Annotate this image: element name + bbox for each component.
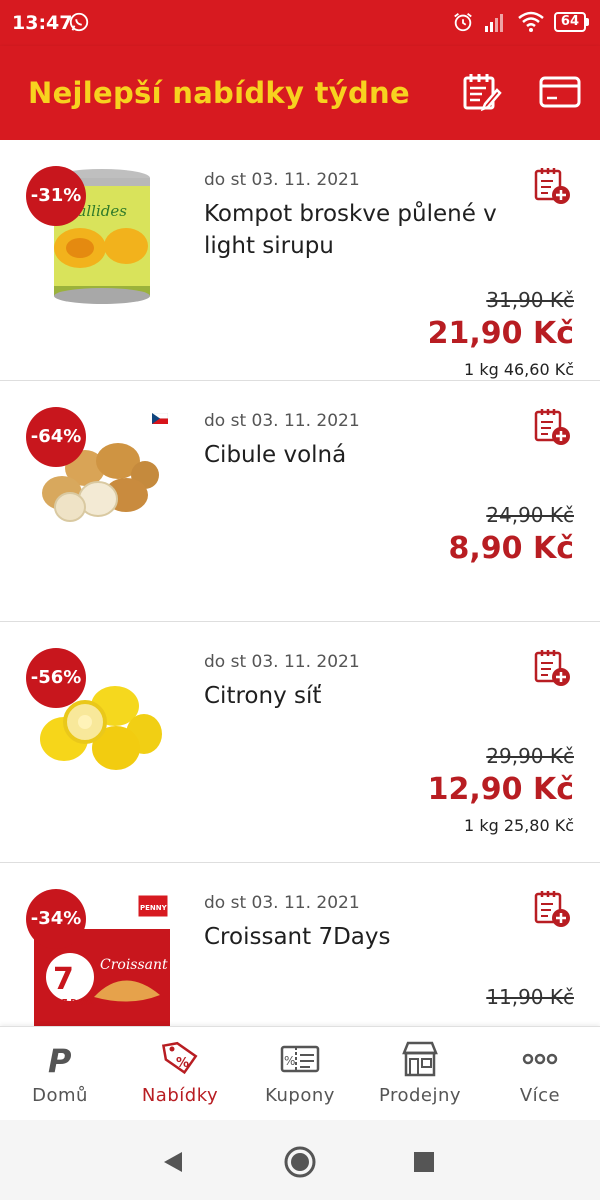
discount-badge: -31%: [26, 166, 86, 226]
nav-label: Více: [519, 1085, 561, 1106]
offer-item[interactable]: -56% do st 03. 11. 2021 Citrony síť 29,9…: [0, 622, 600, 863]
bottom-navigation: P Domů % Nabídky % Kupony Prodejny Více: [0, 1026, 600, 1121]
system-icons: 64: [452, 10, 590, 34]
pack-label: Croissant: [100, 957, 168, 973]
discount-badge: -64%: [26, 407, 86, 467]
product-name: Citrony síť: [204, 683, 322, 709]
validity-date: do st 03. 11. 2021: [204, 893, 360, 913]
penny-logo-icon: P: [48, 1042, 72, 1079]
validity-date: do st 03. 11. 2021: [204, 170, 360, 190]
offers-list[interactable]: -31% Pallides do st 03. 11. 2021 Kompot …: [0, 140, 600, 1026]
wifi-icon: [518, 11, 544, 32]
page-title: Nejlepší nabídky týdne: [28, 76, 410, 110]
svg-text:7: 7: [53, 962, 74, 997]
more-dots-icon: [522, 1053, 558, 1065]
pack-tag: PENNY: [140, 904, 168, 912]
nav-item-offers[interactable]: % Nabídky: [120, 1027, 240, 1121]
add-to-list-icon[interactable]: [533, 889, 573, 929]
home-glyph: P: [48, 1042, 72, 1079]
svg-text:%: %: [284, 1054, 295, 1068]
pack-brand: 7 DAYS: [62, 998, 94, 1007]
recents-icon[interactable]: [406, 1144, 442, 1180]
add-to-list-icon[interactable]: [533, 166, 573, 206]
new-price: 21,90 Kč: [427, 316, 574, 351]
nav-label: Kupony: [265, 1085, 335, 1106]
validity-date: do st 03. 11. 2021: [204, 652, 360, 672]
add-to-list-icon[interactable]: [533, 648, 573, 688]
battery-indicator: 64: [553, 12, 590, 32]
nav-label: Prodejny: [378, 1085, 462, 1106]
nav-item-more[interactable]: Více: [480, 1027, 600, 1121]
product-name: Kompot broskve půlené v light sirupu: [204, 201, 497, 259]
status-bar: 13:47 64: [0, 0, 600, 46]
discount-badge: -56%: [26, 648, 86, 708]
shopping-list-icon[interactable]: [459, 70, 503, 114]
alarm-icon: [454, 13, 472, 32]
nav-label: Domů: [32, 1085, 88, 1106]
app-bar: Nejlepší nabídky týdne: [0, 46, 600, 140]
whatsapp-icon: [69, 12, 89, 32]
nav-item-home[interactable]: P Domů: [0, 1027, 120, 1121]
old-price: 24,90 Kč: [486, 503, 574, 527]
validity-date: do st 03. 11. 2021: [204, 411, 360, 431]
store-icon: [402, 1041, 438, 1077]
new-price: 8,90 Kč: [448, 531, 575, 566]
new-price: 12,90 Kč: [427, 772, 574, 807]
home-button-icon[interactable]: [282, 1144, 318, 1180]
system-navigation-bar: [0, 1120, 600, 1200]
offer-item[interactable]: -34% PENNY 7 7 DAYS Croissant do st 03. …: [0, 863, 600, 1026]
nav-label: Nabídky: [141, 1085, 219, 1106]
nav-item-coupons[interactable]: % Kupony: [240, 1027, 360, 1121]
product-name: Cibule volná: [204, 442, 347, 468]
old-price: 31,90 Kč: [486, 288, 574, 312]
add-to-list-icon[interactable]: [533, 407, 573, 447]
back-icon[interactable]: [156, 1144, 192, 1180]
old-price: 29,90 Kč: [486, 744, 574, 768]
old-price: 11,90 Kč: [486, 985, 574, 1009]
nav-item-stores[interactable]: Prodejny: [360, 1027, 480, 1121]
svg-text:%: %: [176, 1056, 189, 1071]
coupon-icon: %: [280, 1045, 320, 1073]
loyalty-card-icon[interactable]: [538, 70, 582, 114]
signal-icon: [484, 14, 503, 32]
percent-tag-icon: %: [161, 1041, 198, 1075]
offer-item[interactable]: -64% do st 03. 11. 2021 Cibule volná 24,…: [0, 381, 600, 622]
offer-item[interactable]: -31% Pallides do st 03. 11. 2021 Kompot …: [0, 140, 600, 381]
discount-badge: -34%: [26, 889, 86, 949]
status-time: 13:47: [12, 12, 73, 34]
unit-price: 1 kg 25,80 Kč: [464, 816, 574, 835]
product-name: Croissant 7Days: [204, 924, 391, 950]
unit-price: 1 kg 46,60 Kč: [464, 360, 574, 379]
